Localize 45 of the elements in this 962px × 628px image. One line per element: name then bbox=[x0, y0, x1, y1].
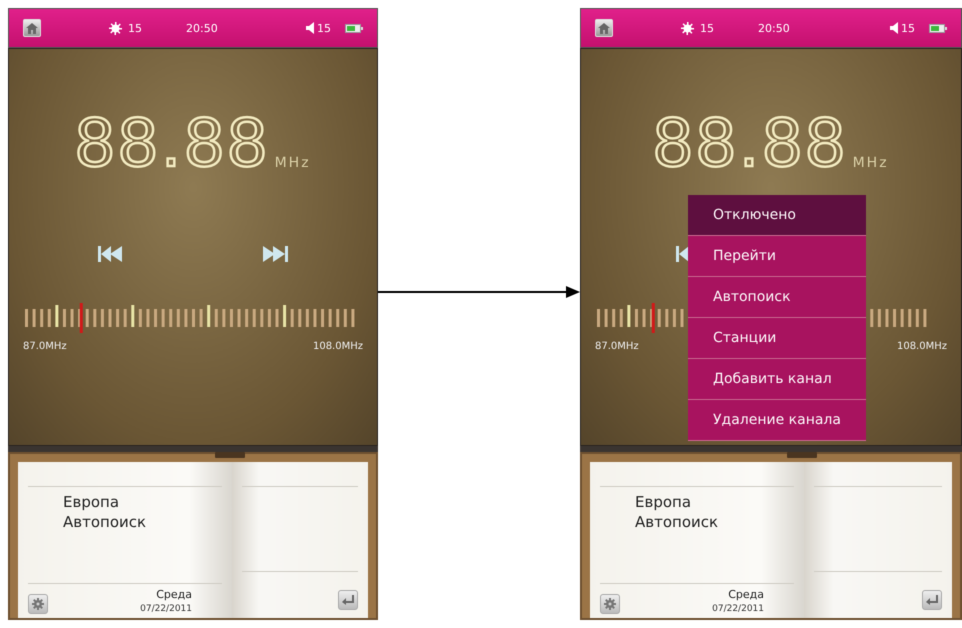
clock-time: 20:50 bbox=[758, 22, 790, 34]
scale-min-label: 87.0MHz bbox=[23, 341, 67, 352]
volume-value: 15 bbox=[317, 22, 331, 34]
scale-min-label: 87.0MHz bbox=[595, 341, 639, 352]
settings-icon bbox=[32, 598, 44, 610]
home-button[interactable] bbox=[23, 19, 41, 37]
clock-time: 20:50 bbox=[186, 22, 218, 34]
brightness-value: 15 bbox=[128, 22, 142, 34]
brightness-icon bbox=[109, 22, 122, 34]
volume-value: 15 bbox=[901, 22, 915, 34]
brightness-icon bbox=[681, 22, 694, 34]
settings-button[interactable] bbox=[600, 594, 620, 614]
weekday-text: Среда bbox=[728, 588, 764, 601]
scale-max-label: 108.0MHz bbox=[896, 341, 947, 352]
skip-forward-icon[interactable] bbox=[262, 245, 288, 263]
station-text: Автопоиск bbox=[635, 513, 720, 531]
home-icon bbox=[598, 22, 610, 34]
weekday-text: Среда bbox=[156, 588, 192, 601]
frequency-display: 88.88 bbox=[653, 107, 849, 177]
station-text: Автопоиск bbox=[63, 513, 148, 531]
menu-item[interactable]: Отключено bbox=[688, 195, 866, 236]
return-arrow-icon bbox=[926, 595, 938, 605]
speaker-icon bbox=[890, 22, 899, 34]
book-binding bbox=[787, 452, 817, 458]
date-text: 07/22/2011 bbox=[712, 604, 764, 614]
battery-icon bbox=[345, 24, 363, 32]
frequency-unit: MHz bbox=[274, 155, 311, 171]
back-button[interactable] bbox=[338, 590, 358, 610]
book-binding bbox=[215, 452, 245, 458]
skip-back-icon[interactable] bbox=[98, 245, 124, 263]
frequency-unit: MHz bbox=[852, 155, 889, 171]
date-text: 07/22/2011 bbox=[140, 604, 192, 614]
brightness-value: 15 bbox=[700, 22, 714, 34]
home-icon bbox=[26, 22, 38, 34]
back-button[interactable] bbox=[922, 590, 942, 610]
station-text: Европа bbox=[63, 493, 120, 511]
station-text: Европа bbox=[635, 493, 692, 511]
return-arrow-icon bbox=[342, 595, 354, 605]
settings-button[interactable] bbox=[28, 594, 48, 614]
settings-icon bbox=[604, 598, 616, 610]
speaker-icon bbox=[306, 22, 315, 34]
scale-max-label: 108.0MHz bbox=[312, 341, 363, 352]
frequency-display: 88.88 bbox=[75, 107, 271, 177]
home-button[interactable] bbox=[595, 19, 613, 37]
battery-icon bbox=[929, 24, 947, 32]
